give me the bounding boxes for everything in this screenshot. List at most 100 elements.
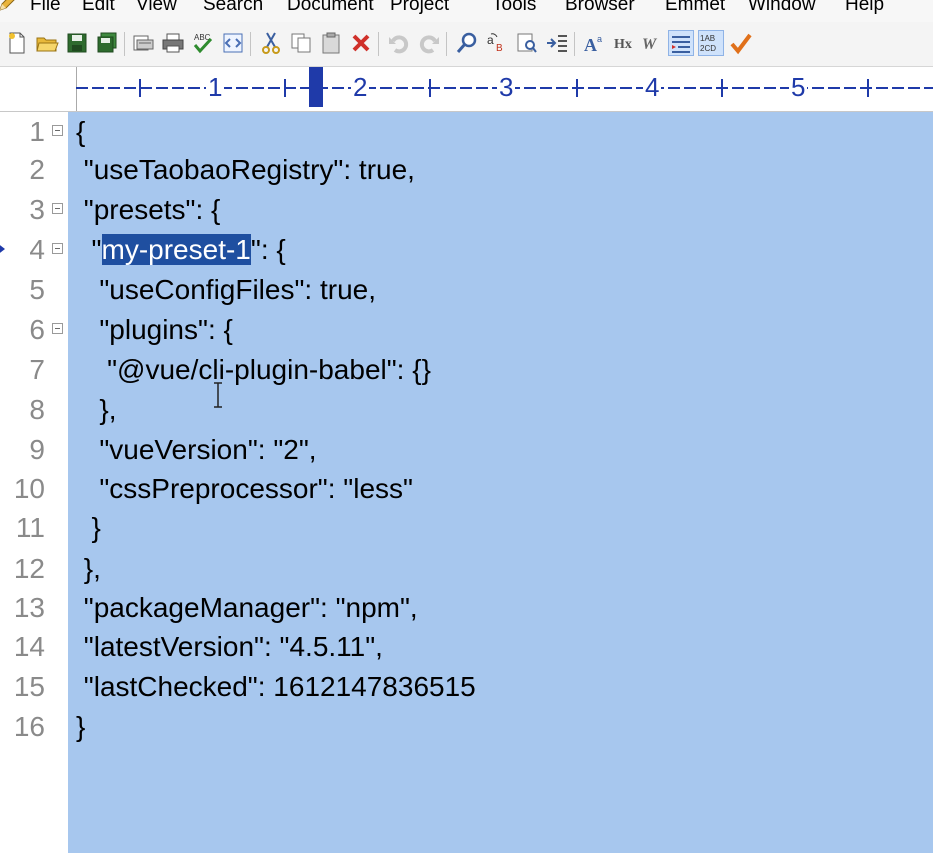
- menu-browser[interactable]: Browser: [565, 0, 635, 16]
- editor-line[interactable]: 5 "useConfigFiles": true,: [0, 270, 933, 310]
- menu-project[interactable]: Project: [390, 0, 449, 16]
- fold-collapse-icon[interactable]: [52, 125, 63, 136]
- code-editor[interactable]: 1{2 "useTaobaoRegistry": true, 3 "presets…: [0, 112, 933, 853]
- toolbar-separator: [378, 32, 379, 56]
- code-text: "presets": {: [76, 194, 221, 225]
- check-icon[interactable]: [728, 30, 754, 56]
- spell-check-icon[interactable]: ABC: [190, 30, 216, 56]
- svg-text:B: B: [496, 43, 503, 54]
- menu-search[interactable]: Search: [203, 0, 263, 16]
- code-text: },: [76, 553, 101, 584]
- code-text: "useTaobaoRegistry": true,: [76, 154, 415, 185]
- fold-collapse-icon[interactable]: [52, 323, 63, 334]
- line-number: 2: [29, 154, 45, 185]
- code-text: "plugins": {: [76, 314, 233, 345]
- line-number: 1: [29, 116, 45, 147]
- line-numbers-icon[interactable]: 1AB 2CD: [698, 30, 724, 56]
- editor-line[interactable]: 8 },: [0, 390, 933, 430]
- editor-line[interactable]: 11 }: [0, 508, 933, 548]
- menu-bar: File Edit View Search Document Project T…: [0, 0, 933, 22]
- menu-help[interactable]: Help: [845, 0, 884, 16]
- code-text-before: ": [76, 234, 102, 265]
- ruler-number: 1: [206, 72, 225, 103]
- copy-icon[interactable]: [288, 30, 314, 56]
- editor-line[interactable]: 13 "packageManager": "npm",: [0, 588, 933, 628]
- code-text: "useConfigFiles": true,: [76, 274, 377, 305]
- ruler-number: 5: [789, 72, 808, 103]
- cut-icon[interactable]: [258, 30, 284, 56]
- svg-text:a: a: [597, 34, 602, 44]
- code-text: "lastChecked": 1612147836515: [76, 671, 476, 702]
- code-text: "cssPreprocessor": "less": [76, 473, 413, 504]
- editor-line[interactable]: 1{: [0, 112, 933, 152]
- redo-icon[interactable]: [416, 30, 442, 56]
- menu-emmet[interactable]: Emmet: [665, 0, 725, 16]
- go-to-line-icon[interactable]: [544, 30, 570, 56]
- ruler-caret-marker: [309, 67, 323, 107]
- print-preview-icon[interactable]: [130, 30, 156, 56]
- line-number: 3: [29, 194, 45, 225]
- find-icon[interactable]: [454, 30, 480, 56]
- menu-view[interactable]: View: [136, 0, 177, 16]
- open-folder-icon[interactable]: [34, 30, 60, 56]
- save-all-icon[interactable]: [94, 30, 120, 56]
- new-file-icon[interactable]: [4, 30, 30, 56]
- fold-collapse-icon[interactable]: [52, 243, 63, 254]
- editor-line[interactable]: 2 "useTaobaoRegistry": true,: [0, 150, 933, 190]
- svg-text:W: W: [642, 36, 658, 53]
- editor-line[interactable]: 4 "my-preset-1": {: [0, 230, 933, 270]
- font-icon[interactable]: Aa: [582, 30, 608, 56]
- paste-icon[interactable]: [318, 30, 344, 56]
- line-number: 9: [29, 434, 45, 465]
- menu-edit[interactable]: Edit: [82, 0, 115, 16]
- editor-line[interactable]: 14 "latestVersion": "4.5.11",: [0, 627, 933, 667]
- editor-line[interactable]: 12 },: [0, 549, 933, 589]
- menu-document[interactable]: Document: [287, 0, 374, 16]
- menu-tools[interactable]: Tools: [492, 0, 536, 16]
- code-text: "latestVersion": "4.5.11",: [76, 631, 383, 662]
- undo-icon[interactable]: [386, 30, 412, 56]
- menu-window[interactable]: Window: [748, 0, 816, 16]
- find-in-files-icon[interactable]: [514, 30, 540, 56]
- toolbar-separator: [446, 32, 447, 56]
- ruler-number: 3: [497, 72, 516, 103]
- editor-line[interactable]: 3 "presets": {: [0, 190, 933, 230]
- line-number: 14: [13, 631, 45, 662]
- svg-text:a: a: [487, 33, 494, 47]
- line-number: 7: [29, 354, 45, 385]
- line-number: 16: [13, 711, 45, 742]
- line-number: 15: [13, 671, 45, 702]
- editor-line[interactable]: 10 "cssPreprocessor": "less": [0, 469, 933, 509]
- ruler-number: 2: [351, 72, 370, 103]
- word-wrap-icon[interactable]: W: [640, 30, 666, 56]
- fold-collapse-icon[interactable]: [52, 203, 63, 214]
- save-icon[interactable]: [64, 30, 90, 56]
- line-number: 6: [29, 314, 45, 345]
- code-text: "packageManager": "npm",: [76, 592, 418, 623]
- highlighted-word: my-preset-1: [101, 234, 251, 265]
- printer-icon[interactable]: [160, 30, 186, 56]
- editor-line[interactable]: 9 "vueVersion": "2",: [0, 430, 933, 470]
- line-number: 5: [29, 274, 45, 305]
- editor-line[interactable]: 15 "lastChecked": 1612147836515: [0, 667, 933, 707]
- toolbar-separator: [574, 32, 575, 56]
- code-text: }: [76, 512, 101, 543]
- editor-line[interactable]: 16}: [0, 707, 933, 747]
- code-text: "@vue/cli-plugin-babel": {}: [76, 354, 431, 385]
- editor-line[interactable]: 7 "@vue/cli-plugin-babel": {}: [0, 350, 933, 390]
- toolbar: ABC aB Aa Hx W 1AB 2CD: [0, 22, 933, 67]
- menu-file[interactable]: File: [30, 0, 61, 16]
- code-text: "vueVersion": "2",: [76, 434, 317, 465]
- delete-icon[interactable]: [348, 30, 374, 56]
- line-number: 11: [15, 512, 45, 543]
- toggle-panel-icon[interactable]: [220, 30, 246, 56]
- svg-text:Hx: Hx: [614, 37, 632, 52]
- ruler: 1 2 3 4 5: [0, 67, 933, 112]
- editor-line[interactable]: 6 "plugins": {: [0, 310, 933, 350]
- indent-icon[interactable]: [668, 30, 694, 56]
- replace-icon[interactable]: aB: [484, 30, 510, 56]
- line-number: 8: [29, 394, 45, 425]
- heading-icon[interactable]: Hx: [612, 30, 638, 56]
- code-text: "my-preset-1": {: [76, 230, 286, 270]
- svg-text:1AB: 1AB: [700, 34, 715, 43]
